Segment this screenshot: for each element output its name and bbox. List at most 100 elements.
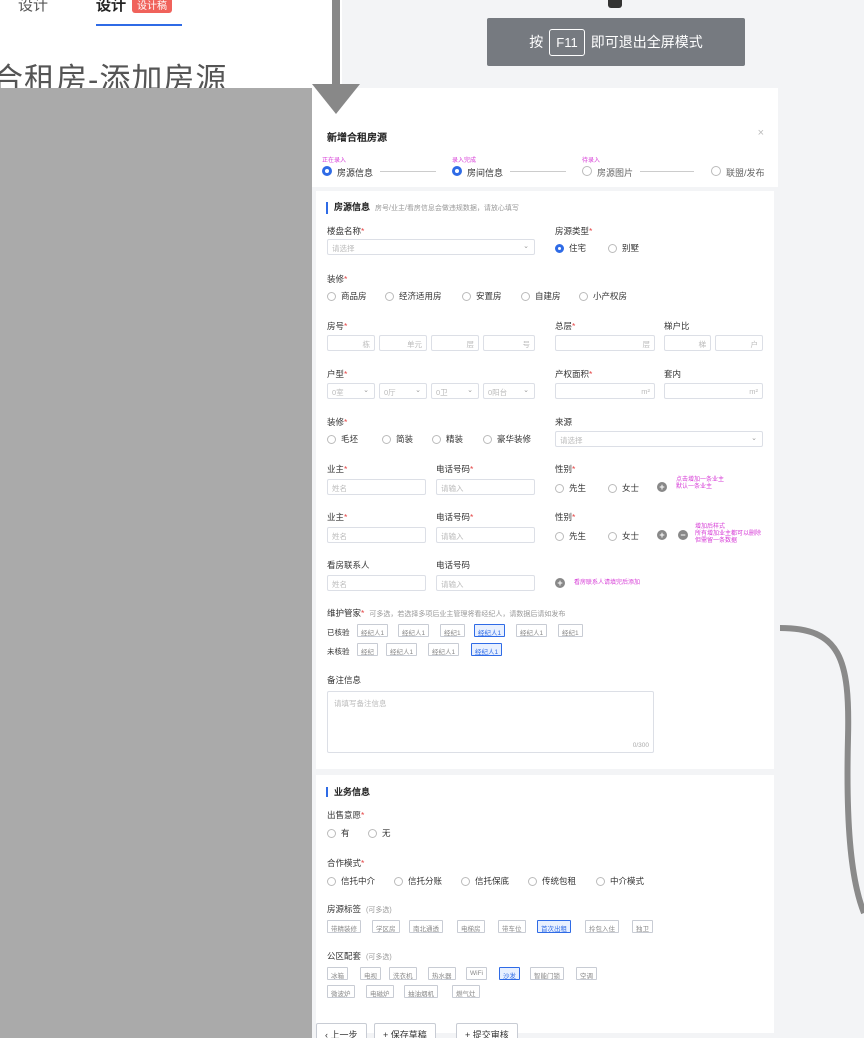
radio-coop-2[interactable]: 信托保底 xyxy=(461,875,509,887)
add-owner-icon[interactable]: + xyxy=(657,482,667,492)
submit-review-button[interactable]: + 提交审核 xyxy=(456,1023,518,1038)
facility-chip[interactable]: 智能门锁 xyxy=(530,967,564,980)
viewer-name-input[interactable]: 姓名 xyxy=(327,575,426,591)
radio-property-0[interactable]: 商品房 xyxy=(327,290,367,302)
radio-owner2-mr[interactable]: 先生 xyxy=(555,530,586,542)
total-floor-input[interactable]: 层 xyxy=(555,335,655,351)
viewer-phone-label: 电话号码 xyxy=(436,560,471,570)
owner1-name-input[interactable]: 姓名 xyxy=(327,479,426,495)
tag-chip[interactable]: 独卫 xyxy=(632,920,653,933)
living-select[interactable]: 0厅 ⌄ xyxy=(379,383,427,399)
radio-owner1-ms[interactable]: 女士 xyxy=(608,482,639,494)
ratio-elevator-input[interactable]: 梯 xyxy=(664,335,711,351)
radio-villa[interactable]: 别墅 xyxy=(608,242,639,254)
tag-chip[interactable]: 南北通透 xyxy=(409,920,443,933)
radio-sale-no[interactable]: 无 xyxy=(368,827,391,839)
radio-owner2-ms[interactable]: 女士 xyxy=(608,530,639,542)
facility-chip[interactable]: 空调 xyxy=(576,967,597,980)
cursor-icon xyxy=(608,0,622,8)
radio-owner1-mr[interactable]: 先生 xyxy=(555,482,586,494)
step-connector xyxy=(640,171,694,172)
radio-coop-1[interactable]: 信托分账 xyxy=(394,875,442,887)
tag-chip-selected[interactable]: 首次出租 xyxy=(537,920,571,933)
keeper-chip[interactable]: 经纪1 xyxy=(440,624,465,637)
ratio-household-input[interactable]: 户 xyxy=(715,335,763,351)
tag-chip[interactable]: 带车位 xyxy=(498,920,526,933)
radio-coop-4[interactable]: 中介模式 xyxy=(596,875,644,887)
keeper-chip[interactable]: 经纪人1 xyxy=(398,624,430,637)
remove-owner-icon[interactable]: − xyxy=(678,530,688,540)
keeper-chip[interactable]: 经纪 xyxy=(357,643,378,656)
bedroom-select[interactable]: 0室 ⌄ xyxy=(327,383,375,399)
prev-step-button[interactable]: ‹ 上一步 xyxy=(316,1023,367,1038)
estate-select[interactable]: 请选择 ⌄ xyxy=(327,239,535,255)
radio-decoration-1[interactable]: 简装 xyxy=(382,433,413,445)
radio-property-1[interactable]: 经济适用房 xyxy=(385,290,442,302)
keeper-chip[interactable]: 经纪1 xyxy=(558,624,583,637)
keeper-chip[interactable]: 经纪人1 xyxy=(516,624,548,637)
radio-coop-3[interactable]: 传统包租 xyxy=(528,875,576,887)
add-viewer-icon[interactable]: + xyxy=(555,578,565,588)
close-icon[interactable]: × xyxy=(758,127,764,139)
viewer-phone-input[interactable]: 请输入 xyxy=(436,575,535,591)
remark-textarea[interactable]: 请填写备注信息 0/300 xyxy=(327,691,654,753)
house-type-label: 房源类型* xyxy=(555,226,593,236)
inner-area-input[interactable]: m² xyxy=(664,383,763,399)
owner2-gender-label: 性别* xyxy=(555,512,576,522)
step-dot xyxy=(452,166,462,176)
facility-chip[interactable]: 微波炉 xyxy=(327,985,355,998)
tag-chip[interactable]: 拎包入住 xyxy=(585,920,619,933)
facility-chip[interactable]: 冰箱 xyxy=(327,967,348,980)
facility-chip[interactable]: WiFi xyxy=(466,967,487,980)
owner1-phone-input[interactable]: 请输入 xyxy=(436,479,535,495)
owner2-phone-input[interactable]: 请输入 xyxy=(436,527,535,543)
unverified-label: 未核验 xyxy=(327,647,350,656)
building-input[interactable]: 栋 xyxy=(327,335,375,351)
radio-property-3[interactable]: 自建房 xyxy=(521,290,561,302)
radio-decoration-3[interactable]: 豪华装修 xyxy=(483,433,531,445)
notice-suffix: 即可退出全屏模式 xyxy=(590,34,703,50)
tab-design-2[interactable]: 设计 xyxy=(96,0,126,15)
balcony-select[interactable]: 0阳台 ⌄ xyxy=(483,383,535,399)
tag-chip[interactable]: 电梯房 xyxy=(457,920,485,933)
radio-sale-yes[interactable]: 有 xyxy=(327,827,350,839)
facility-chip[interactable]: 热水器 xyxy=(428,967,456,980)
radio-coop-0[interactable]: 信托中介 xyxy=(327,875,375,887)
keeper-chip[interactable]: 经纪人1 xyxy=(357,624,389,637)
area-input[interactable]: m² xyxy=(555,383,655,399)
owner1-gender-label: 性别* xyxy=(555,464,576,474)
tag-chip[interactable]: 学区房 xyxy=(372,920,400,933)
keeper-chip-selected[interactable]: 经纪人1 xyxy=(474,624,506,637)
save-draft-button[interactable]: + 保存草稿 xyxy=(374,1023,436,1038)
property-label: 装修* xyxy=(327,274,348,284)
tab-design-1[interactable]: 设计 xyxy=(18,0,48,15)
add-owner-icon[interactable]: + xyxy=(657,530,667,540)
remark-counter: 0/300 xyxy=(632,742,649,749)
radio-property-4[interactable]: 小产权房 xyxy=(579,290,627,302)
radio-decoration-0[interactable]: 毛坯 xyxy=(327,433,358,445)
radio-residence[interactable]: 住宅 xyxy=(555,242,586,254)
facility-chip-selected[interactable]: 沙发 xyxy=(499,967,520,980)
facilities-label: 公区配套 (可多选) xyxy=(327,951,392,961)
owner2-name-input[interactable]: 姓名 xyxy=(327,527,426,543)
floor-input[interactable]: 层 xyxy=(431,335,479,351)
keeper-chip[interactable]: 经纪人1 xyxy=(386,643,418,656)
chevron-down-icon: ⌄ xyxy=(751,435,757,442)
radio-decoration-2[interactable]: 精装 xyxy=(432,433,463,445)
keeper-chip-selected[interactable]: 经纪人1 xyxy=(471,643,503,656)
facility-chip[interactable]: 抽油烟机 xyxy=(404,985,438,998)
tag-chip[interactable]: 带精装修 xyxy=(327,920,361,933)
facility-chip[interactable]: 洗衣机 xyxy=(389,967,417,980)
facility-chip[interactable]: 燃气灶 xyxy=(452,985,480,998)
keeper-chip[interactable]: 经纪人1 xyxy=(428,643,460,656)
step-connector xyxy=(380,171,436,172)
facility-chip[interactable]: 电视 xyxy=(360,967,381,980)
canvas-area xyxy=(0,88,312,1038)
radio-property-2[interactable]: 安置房 xyxy=(462,290,502,302)
number-input[interactable]: 号 xyxy=(483,335,535,351)
flow-arrow-shaft xyxy=(332,0,340,86)
source-select[interactable]: 请选择 ⌄ xyxy=(555,431,763,447)
facility-chip[interactable]: 电磁炉 xyxy=(366,985,394,998)
bath-select[interactable]: 0卫 ⌄ xyxy=(431,383,479,399)
unit-input[interactable]: 单元 xyxy=(379,335,427,351)
